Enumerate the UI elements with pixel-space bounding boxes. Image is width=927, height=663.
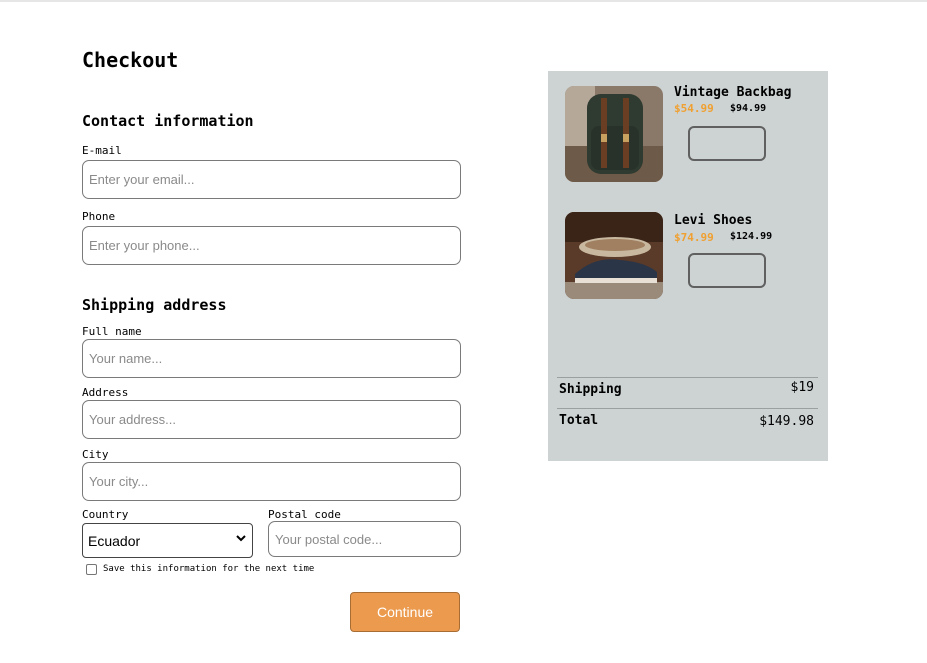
city-label: City	[82, 448, 109, 461]
shipping-cost-value: $19	[790, 380, 814, 395]
save-info-label: Save this information for the next time	[103, 564, 315, 574]
order-summary: Vintage Backbag $54.99 $94.99 Levi Shoes…	[548, 71, 828, 461]
postal-code-label: Postal code	[268, 508, 341, 521]
shoes-image	[565, 212, 663, 299]
total-label: Total	[559, 413, 599, 428]
page-title: Checkout	[82, 48, 179, 72]
chevron-down-icon	[236, 535, 246, 542]
cart-item-original-price: $94.99	[730, 103, 767, 114]
quantity-input[interactable]	[688, 126, 766, 161]
total-value: $149.98	[759, 414, 814, 429]
top-divider	[0, 0, 927, 2]
summary-divider	[557, 377, 818, 378]
shipping-heading: Shipping address	[82, 296, 227, 314]
postal-code-field[interactable]	[268, 521, 461, 557]
full-name-label: Full name	[82, 325, 142, 338]
quantity-input[interactable]	[688, 253, 766, 288]
cart-item-original-price: $124.99	[730, 231, 773, 242]
email-label: E-mail	[82, 144, 122, 157]
address-field[interactable]	[82, 400, 461, 439]
city-field[interactable]	[82, 462, 461, 501]
shipping-cost-label: Shipping	[559, 382, 622, 397]
summary-divider	[557, 408, 818, 409]
country-select[interactable]: Ecuador	[82, 523, 253, 558]
country-select-value: Ecuador	[88, 533, 141, 549]
cart-item-sale-price: $74.99	[674, 231, 714, 244]
full-name-field[interactable]	[82, 339, 461, 378]
cart-item-name: Vintage Backbag	[674, 85, 792, 100]
address-label: Address	[82, 386, 129, 399]
phone-label: Phone	[82, 210, 116, 223]
phone-field[interactable]	[82, 226, 461, 265]
cart-item-sale-price: $54.99	[674, 102, 714, 115]
backpack-image	[565, 86, 663, 182]
cart-item-name: Levi Shoes	[674, 213, 753, 228]
email-field[interactable]	[82, 160, 461, 199]
contact-heading: Contact information	[82, 112, 254, 130]
save-info-checkbox[interactable]	[86, 564, 97, 575]
country-label: Country	[82, 508, 129, 521]
continue-button[interactable]: Continue	[350, 592, 460, 632]
